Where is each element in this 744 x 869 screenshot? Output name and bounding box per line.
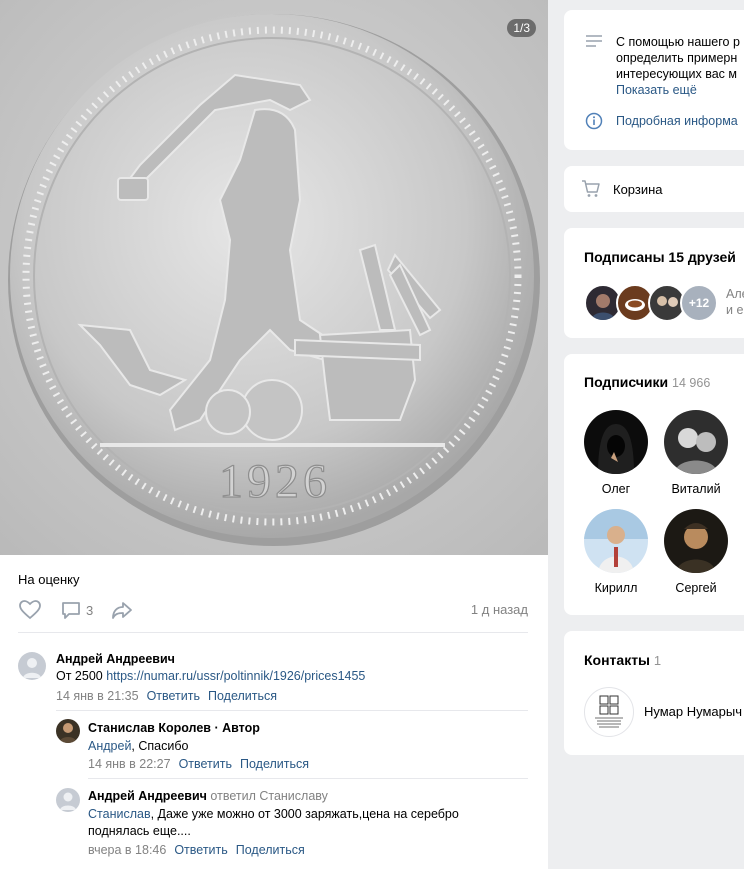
details-link[interactable]: Подробная информа [616,114,738,128]
like-button[interactable] [18,598,42,622]
user-photo-icon [674,428,718,474]
info-icon [585,112,603,130]
user-photo-icon [657,296,678,307]
contact-name[interactable]: Нумар Нумарыч [644,704,742,719]
share-icon [112,602,132,619]
user-photo-icon [591,294,615,320]
divider [88,778,528,779]
contact-avatar[interactable] [584,687,634,737]
info-card: С помощью нашего р определить примерн ин… [564,10,744,150]
contacts-card: Контакты 1 Нумар Нумарыч [564,631,744,755]
info-line: определить примерн [616,51,738,65]
reply-button[interactable]: Ответить [174,843,227,857]
friends-names-line: и е [726,303,744,317]
reply-button[interactable]: Ответить [147,689,200,703]
avatar[interactable] [56,788,80,812]
subscriber-name[interactable]: Сергей [661,581,731,595]
photo-counter: 1/3 [507,19,536,37]
comment-text-prefix: От 2500 [56,669,107,683]
text-lines-icon [586,35,602,47]
comment-time[interactable]: вчера в 18:46 [88,843,166,857]
comment-time[interactable]: 14 янв в 22:27 [88,757,171,771]
comment-time[interactable]: 14 янв в 21:35 [56,689,139,703]
info-text: С помощью нашего р определить примерн ин… [616,34,740,98]
heart-icon [19,600,41,620]
comment-meta: вчера в 18:46 Ответить Поделиться [88,843,305,857]
post-card: 1926 1/3 На оценку 3 1 д назад Андрей Ан… [0,0,548,869]
user-photo-icon [59,723,77,743]
cart-card[interactable]: Корзина [564,166,744,212]
coin-year: 1926 [219,455,331,508]
reply-button[interactable]: Ответить [179,757,232,771]
show-more-link[interactable]: Показать ещё [616,83,697,97]
subscribers-title[interactable]: Подписчики 14 966 [584,374,710,390]
avatar[interactable] [18,652,46,680]
info-line: С помощью нашего р [616,35,740,49]
share-link[interactable]: Поделиться [240,757,309,771]
subscribers-title-text: Подписчики [584,374,669,390]
mention-link[interactable]: Станислав [88,807,151,821]
share-link[interactable]: Поделиться [208,689,277,703]
comment-text: Станислав, Даже уже можно от 3000 заряжа… [88,806,459,840]
comment-author[interactable]: Станислав Королев · Автор [88,721,260,735]
subscriber-name[interactable]: Олег [581,482,651,496]
user-icon [60,792,76,810]
info-line: интересующих вас м [616,67,737,81]
hooded-figure-icon [598,424,634,474]
comment-link[interactable]: https://numar.ru/ussr/poltinnik/1926/pri… [106,669,365,683]
avatar[interactable] [56,719,80,743]
comment-text-line1: , Даже уже можно от 3000 заряжать,цена н… [150,807,459,821]
subscribers-card: Подписчики 14 966 Олег Виталий Кирилл Се… [564,354,744,615]
subscriber-avatar[interactable] [664,410,728,474]
comment-author[interactable]: Андрей Андреевич [56,652,175,666]
subscriber-avatar[interactable] [584,509,648,573]
contacts-title-text: Контакты [584,652,651,668]
divider [56,710,528,711]
subscriber-name[interactable]: Виталий [661,482,731,496]
comment-text: От 2500 https://numar.ru/ussr/poltinnik/… [56,668,365,685]
coin-image: 1926 [0,0,548,555]
archive-logo-icon [595,695,623,728]
divider [18,632,528,633]
friends-names-line: Але [726,287,744,301]
mention-link[interactable]: Андрей [88,739,131,753]
comment-author: Андрей Андреевич ответил Станиславу [88,789,328,803]
comment-count: 3 [86,602,94,618]
comment-meta: 14 янв в 22:27 Ответить Поделиться [88,757,309,771]
user-photo-icon [584,509,648,573]
contacts-count: 1 [653,653,662,668]
share-link[interactable]: Поделиться [236,843,305,857]
subscriber-avatar[interactable] [584,410,648,474]
post-photo[interactable]: 1926 1/3 [0,0,548,555]
comment-text-body: , Спасибо [131,739,189,753]
comment-replied-to[interactable]: ответил Станиславу [210,789,327,803]
contacts-title[interactable]: Контакты 1 [584,652,661,668]
friends-card: Подписаны 15 друзей +12 Але и е [564,228,744,338]
comment-author-name[interactable]: Андрей Андреевич [88,789,207,803]
friends-more-badge[interactable]: +12 [680,284,718,322]
friends-names: Але и е [726,286,744,318]
post-time[interactable]: 1 д назад [471,602,528,617]
comment-text: Андрей, Спасибо [88,738,188,755]
comment-button[interactable]: 3 [60,598,93,622]
post-caption: На оценку [18,572,80,587]
cart-label: Корзина [613,182,663,197]
subscriber-avatar[interactable] [664,509,728,573]
share-button[interactable] [110,598,134,622]
subscriber-name[interactable]: Кирилл [581,581,651,595]
user-icon [23,658,41,678]
post-actions: 3 1 д назад [18,598,528,622]
comment-meta: 14 янв в 21:35 Ответить Поделиться [56,689,277,703]
comment-text-line2: поднялась еще.... [88,824,191,838]
cart-icon [582,180,600,197]
friends-title[interactable]: Подписаны 15 друзей [584,249,736,265]
cup-icon [625,299,645,311]
user-photo-icon [676,523,716,573]
comment-icon [62,602,80,619]
subscribers-count: 14 966 [672,376,711,390]
